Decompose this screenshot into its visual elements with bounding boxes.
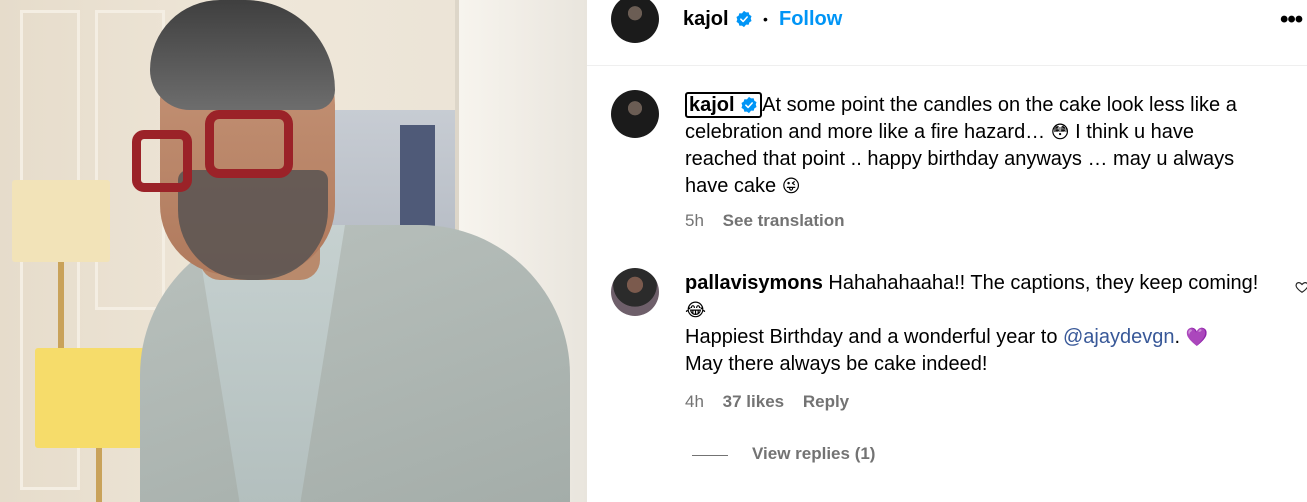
comment-line-3: .	[1174, 326, 1181, 348]
post-side-panel: kajol • Follow ••• kajol At some point t…	[587, 0, 1307, 502]
caption-line-4: reached that point .. happy birthday any…	[685, 148, 1235, 170]
see-translation-button[interactable]: See translation	[723, 211, 845, 230]
comment-pallavisymons: pallavisymons Hahahahaaha!! The captions…	[685, 270, 1285, 378]
author-avatar[interactable]	[611, 0, 659, 43]
comment-meta: 4h 37 likes Reply	[685, 392, 863, 412]
verified-badge-icon	[736, 10, 752, 28]
comment-avatar-kajol[interactable]	[611, 90, 659, 138]
comment-username[interactable]: pallavisymons	[685, 272, 823, 294]
purple-heart-emoji: 💜	[1185, 327, 1209, 348]
caption-username[interactable]: kajol	[689, 94, 735, 116]
lamp-pole	[96, 448, 102, 502]
more-options-icon[interactable]: •••	[1280, 6, 1303, 34]
author-username[interactable]: kajol	[683, 8, 729, 31]
view-replies-divider	[692, 455, 728, 456]
follow-button[interactable]: Follow	[779, 8, 842, 31]
comment-likes-count[interactable]: 37 likes	[723, 392, 784, 411]
comment-avatar-pallavisymons[interactable]	[611, 268, 659, 316]
caption-line-5: have cake	[685, 175, 782, 197]
caption-timestamp[interactable]: 5h	[685, 211, 704, 230]
post-photo[interactable]	[0, 0, 587, 502]
caption-username-box[interactable]: kajol	[685, 92, 763, 118]
caption-line-2: celebration and more like a fire hazard…	[685, 121, 1051, 143]
comment-line-1: Hahahahaaha!! The captions, they keep co…	[828, 272, 1259, 294]
glasses-left-lens	[132, 130, 192, 192]
post-header: kajol • Follow •••	[587, 0, 1307, 66]
mention-link[interactable]: @ajaydevgn	[1063, 326, 1174, 348]
reply-button[interactable]: Reply	[803, 392, 849, 411]
caption-line-1: At some point the candles on the cake lo…	[762, 94, 1237, 116]
comment-line-2: Happiest Birthday and a wonderful year t…	[685, 326, 1063, 348]
view-replies-button[interactable]: View replies (1)	[752, 444, 875, 464]
lamp-pole	[58, 262, 64, 352]
caption-line-3: I think u have	[1075, 121, 1195, 143]
verified-badge-icon	[741, 96, 757, 114]
lamp-shade-top	[12, 180, 110, 262]
winking-tongue-emoji: 😜	[781, 176, 801, 197]
separator-dot: •	[763, 11, 768, 27]
flushed-emoji: 😳	[1050, 122, 1070, 143]
like-comment-heart-icon[interactable]	[1295, 280, 1307, 294]
comment-timestamp[interactable]: 4h	[685, 392, 704, 411]
laughing-emoji: 😂	[685, 300, 707, 321]
caption-meta: 5h See translation	[685, 211, 859, 231]
comment-line-4: May there always be cake indeed!	[685, 353, 988, 375]
hair	[150, 0, 335, 110]
glasses-right-lens	[205, 110, 293, 178]
caption-comment: kajol At some point the candles on the c…	[685, 92, 1285, 200]
